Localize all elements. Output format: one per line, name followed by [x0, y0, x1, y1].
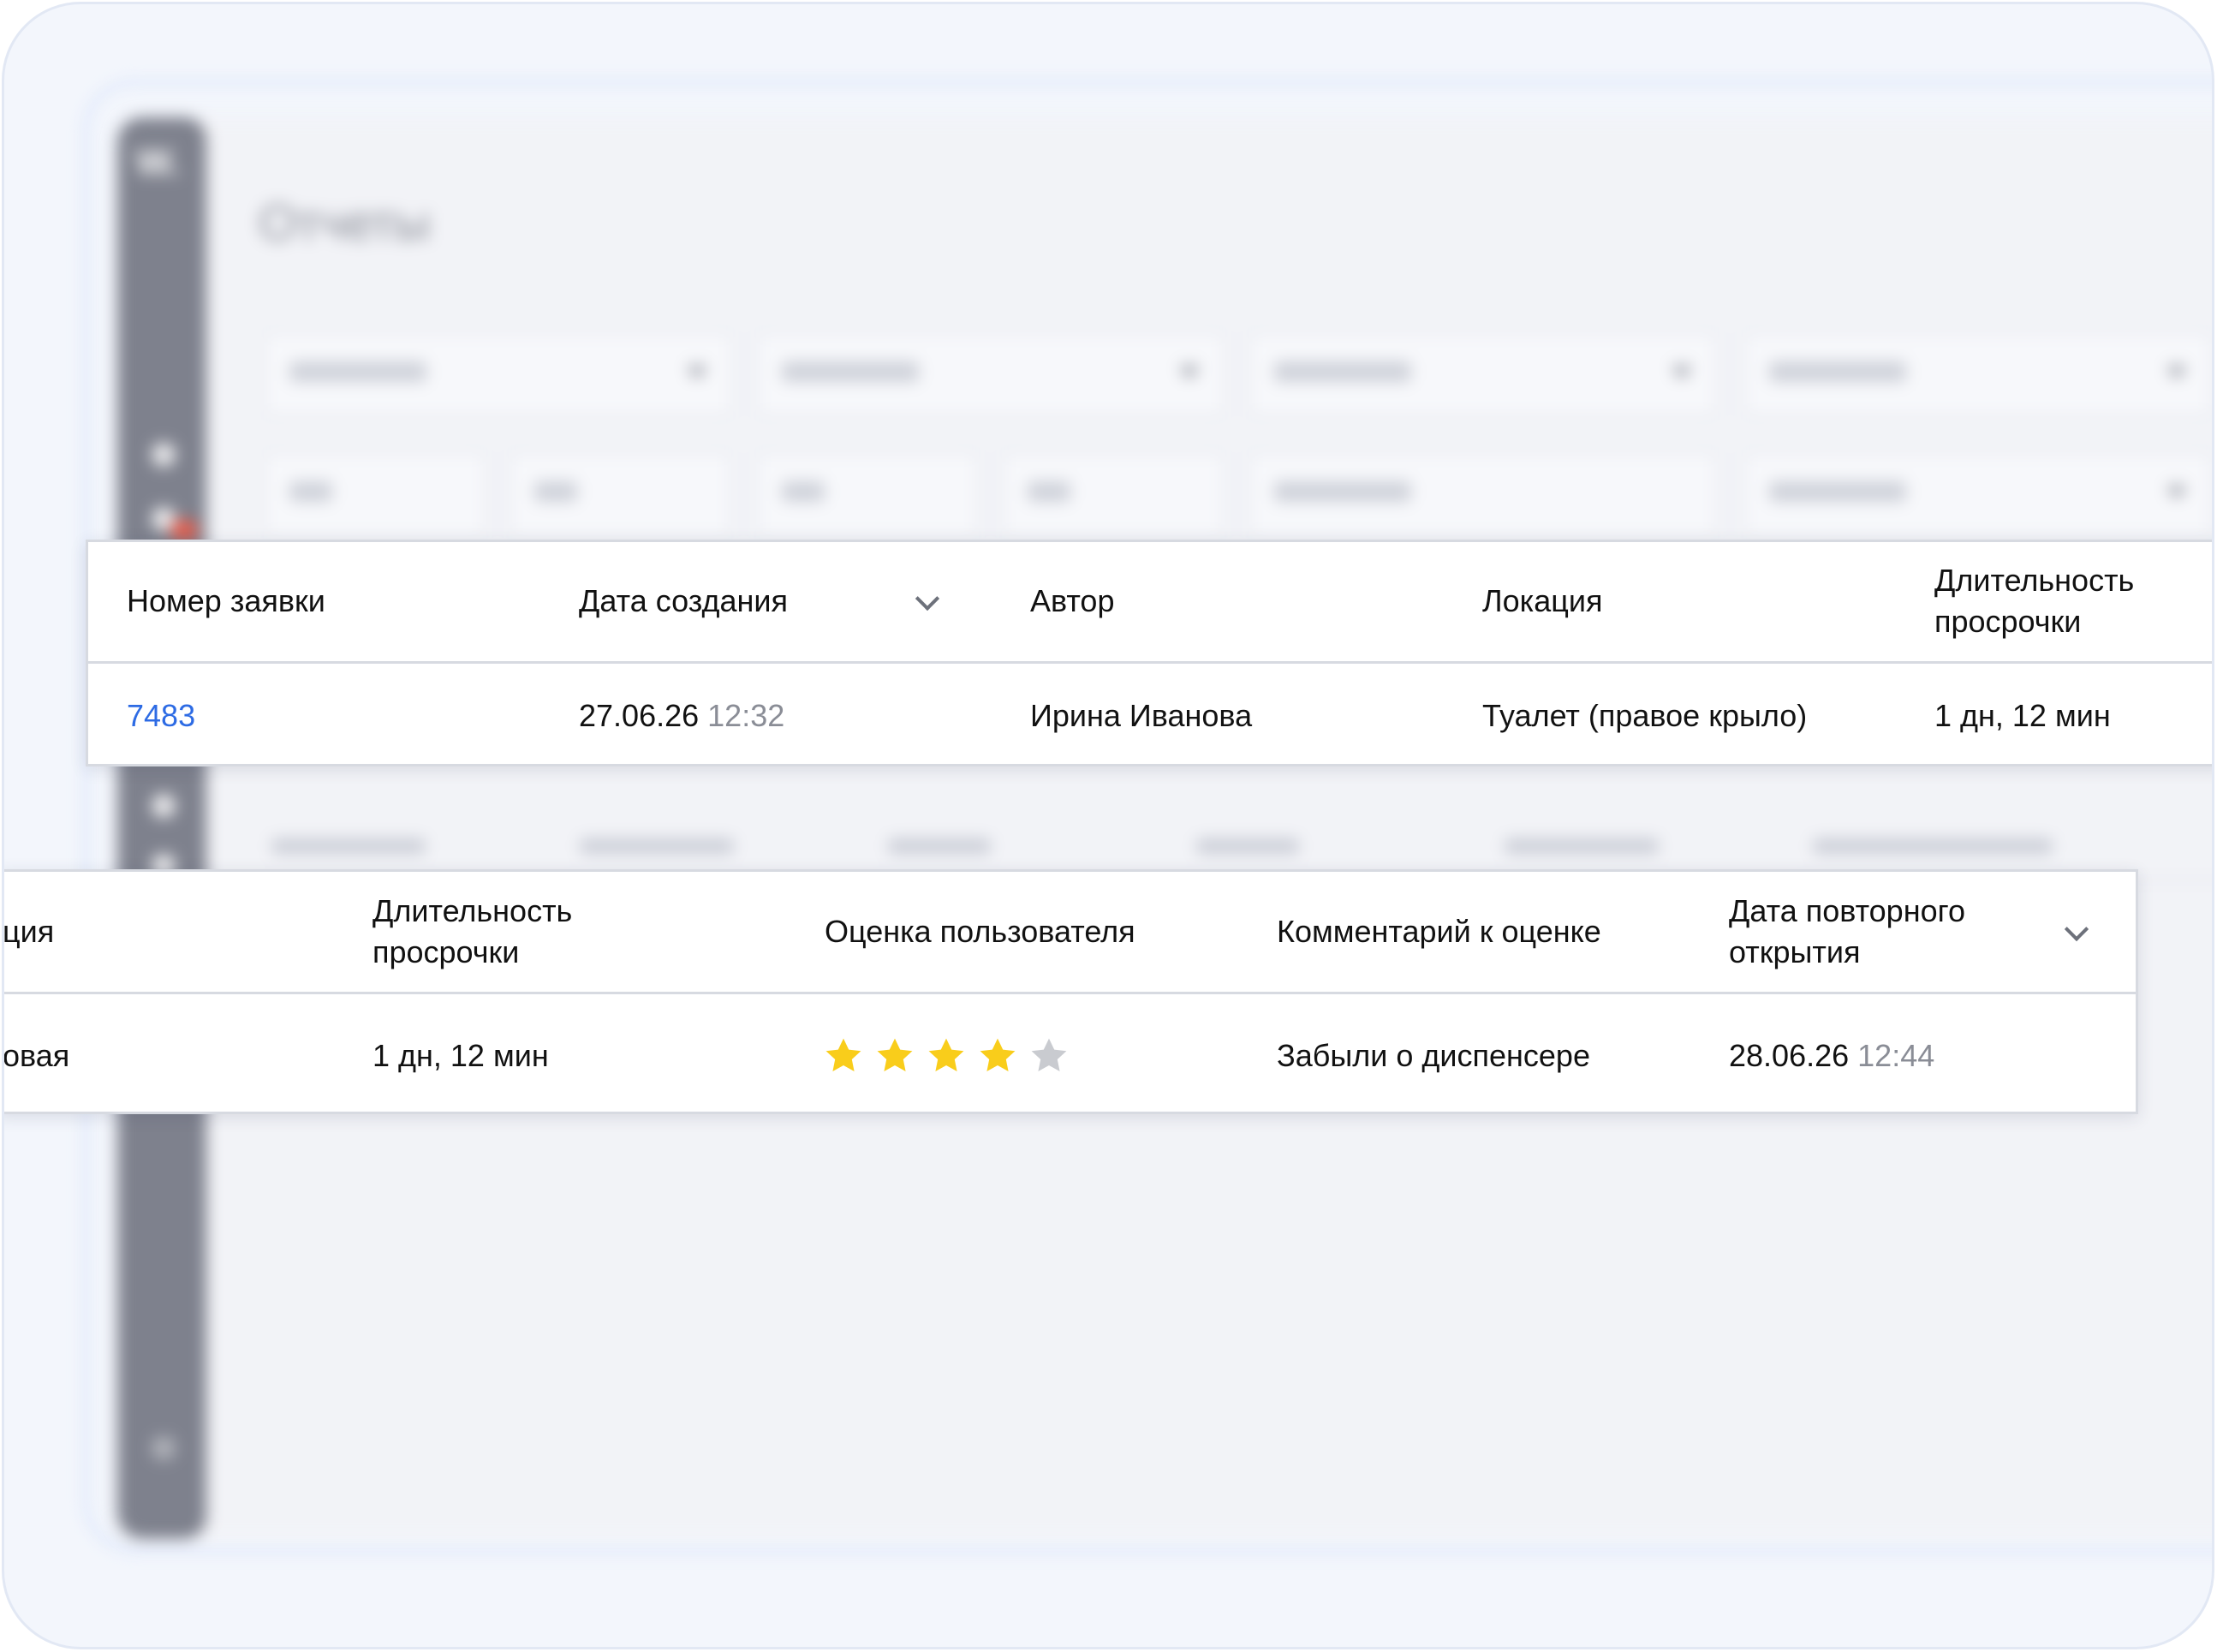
reopen-date: 28.06.26 12:44: [1729, 1035, 1934, 1076]
report-table-top: Номер заявки Дата создания Автор Локация…: [86, 540, 2212, 766]
table-header: [88, 542, 2212, 664]
background-app-blurred: W. Отчеты: [117, 117, 2212, 1539]
star-filled-icon: [980, 1038, 1016, 1071]
col-header-reopen-date-line2: открытия: [1729, 934, 1861, 969]
col-header-author[interactable]: Автор: [1030, 581, 1114, 622]
user-rating-stars: [823, 1035, 1070, 1076]
sidebar: W.: [117, 117, 206, 1539]
date-from-input[interactable]: [755, 451, 980, 537]
report-table-bottom: ция Длительность просрочки Оценка пользо…: [3, 869, 2138, 1114]
reopen-date-time: 12:44: [1857, 1038, 1935, 1073]
location-name-partial: овая: [3, 1038, 70, 1073]
star-filled-icon: [877, 1038, 913, 1071]
col-header-created-date[interactable]: Дата создания: [579, 581, 788, 622]
rating-comment: Забыли о диспенсере: [1277, 1038, 1590, 1073]
date-from-input[interactable]: [263, 451, 487, 537]
reopen-date-day: 28.06.26: [1729, 1038, 1850, 1073]
request-number-link[interactable]: 7483: [127, 695, 195, 737]
filter-select[interactable]: [1248, 331, 1719, 417]
filter-select[interactable]: [755, 331, 1226, 417]
app-logo: W.: [136, 141, 181, 183]
nav-icon[interactable]: [152, 794, 176, 818]
star-filled-icon: [825, 1038, 861, 1071]
overdue-duration: 1 дн, 12 мин: [1934, 698, 2111, 733]
col-header-overdue[interactable]: Длительность: [1934, 560, 2134, 601]
col-header-location-partial[interactable]: ция: [4, 911, 54, 952]
created-date-time: 12:32: [707, 698, 785, 733]
date-to-input[interactable]: [508, 451, 732, 537]
col-header-request-number[interactable]: Номер заявки: [127, 581, 325, 622]
col-header-location[interactable]: Локация: [1482, 581, 1602, 622]
col-header-reopen-date[interactable]: Дата повторного: [1729, 891, 1965, 932]
col-header-rating-comment[interactable]: Комментарий к оценке: [1277, 911, 1601, 952]
col-header-overdue[interactable]: Длительность: [372, 891, 572, 932]
notification-badge: [170, 520, 198, 540]
star-filled-icon: [928, 1038, 964, 1071]
screenshot-frame: W. Отчеты Номер заявки Дата создания Авт…: [2, 2, 2214, 1649]
page-title: Отчеты: [259, 195, 431, 251]
star-empty-icon: [1031, 1038, 1067, 1071]
created-date-day: 27.06.26: [579, 698, 700, 733]
overdue-duration: 1 дн, 12 мин: [372, 1038, 549, 1073]
filter-select[interactable]: [1743, 331, 2212, 417]
col-header-overdue-line2: просрочки: [372, 934, 520, 969]
nav-icon[interactable]: [152, 443, 176, 467]
date-to-input[interactable]: [1001, 451, 1225, 537]
created-date: 27.06.26 12:32: [579, 695, 784, 737]
col-header-user-rating[interactable]: Оценка пользователя: [825, 911, 1135, 952]
filter-select[interactable]: [263, 331, 734, 417]
author-name: Ирина Иванова: [1030, 698, 1253, 733]
filter-select[interactable]: [1743, 451, 2212, 537]
request-number-input[interactable]: [1248, 451, 1719, 537]
col-header-overdue-line2: просрочки: [1934, 604, 2082, 639]
nav-icon[interactable]: [152, 1436, 176, 1460]
location-name: Туалет (правое крыло): [1482, 698, 1808, 733]
